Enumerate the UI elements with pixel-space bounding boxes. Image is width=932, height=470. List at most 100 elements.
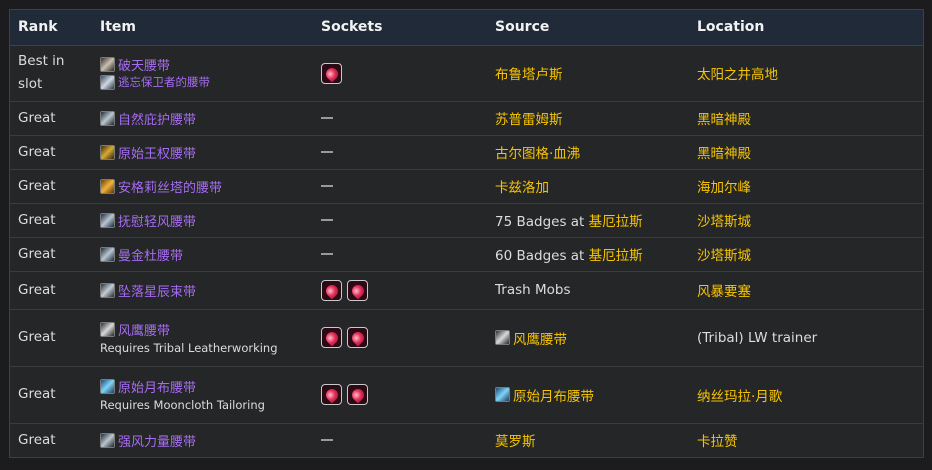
location-cell: 黑暗神殿 [689,135,923,170]
item-cell: 安格莉丝塔的腰带 [92,169,313,204]
belt-icon[interactable] [100,212,115,228]
item-cell: 原始王权腰带 [92,135,313,170]
location-cell: 黑暗神殿 [689,101,923,136]
header-location: Location [689,10,923,46]
table-row: Best in slot 破天腰带 逃忘保卫者的腰带 布鲁塔卢斯 太阳之井高地 [10,45,923,102]
belt-icon[interactable] [100,321,115,337]
location-cell: 风暴要塞 [689,271,923,310]
source-link[interactable]: 卡兹洛加 [495,180,549,196]
sockets-cell [313,366,487,424]
belt-icon[interactable] [100,56,115,72]
rank-cell: Great [10,169,92,204]
sockets-cell [313,309,487,367]
table-row: Great 原始月布腰带 Requires Mooncloth Tailorin… [10,366,923,424]
rank-cell: Best in slot [10,45,92,102]
belt-icon[interactable] [100,246,115,262]
location-link[interactable]: 海加尔峰 [697,180,751,196]
belt-icon[interactable] [100,378,115,394]
source-cell: 原始月布腰带 [487,366,689,424]
source-cell: Trash Mobs [487,271,689,310]
source-cell: 苏普雷姆斯 [487,101,689,136]
no-sockets-dash [321,219,333,221]
source-cell: 风鹰腰带 [487,309,689,367]
red-socket-icon[interactable] [321,327,342,348]
location-link[interactable]: 纳丝玛拉·月歌 [697,389,782,405]
location-link[interactable]: 卡拉赞 [697,434,738,450]
sockets-cell [313,271,487,310]
sockets-cell [313,423,487,457]
sockets-cell [313,135,487,170]
source-link[interactable]: 基厄拉斯 [589,248,643,264]
gear-table: Rank Item Sockets Source Location Best i… [10,10,923,457]
item-link[interactable]: 原始王权腰带 [118,143,196,162]
item-cell: 坠落星辰束带 [92,271,313,310]
source-cell: 莫罗斯 [487,423,689,457]
gear-table-frame: Rank Item Sockets Source Location Best i… [9,9,924,458]
location-link[interactable]: 太阳之井高地 [697,67,778,83]
red-socket-icon[interactable] [347,279,368,301]
source-item-link[interactable]: 原始月布腰带 [513,385,594,405]
item-link[interactable]: 自然庇护腰带 [118,109,196,128]
header-rank: Rank [10,10,92,46]
belt-icon[interactable] [100,282,115,298]
pattern-icon[interactable] [495,330,510,345]
belt-icon[interactable] [100,144,115,160]
item-link[interactable]: 抚慰轻风腰带 [118,211,196,230]
source-item-link[interactable]: 风鹰腰带 [513,328,567,348]
item-link[interactable]: 强风力量腰带 [118,431,196,450]
location-link[interactable]: 黑暗神殿 [697,112,751,128]
item-cell: 抚慰轻风腰带 [92,203,313,238]
item-requirement: Requires Tribal Leatherworking [100,341,278,355]
item-link[interactable]: 破天腰带 [118,55,170,74]
no-sockets-dash [321,117,333,119]
table-header-row: Rank Item Sockets Source Location [10,10,923,46]
table-row: Great 曼金杜腰带 60 Badges at 基厄拉斯 沙塔斯城 [10,237,923,272]
belt-icon[interactable] [100,178,115,194]
source-cell: 布鲁塔卢斯 [487,45,689,102]
red-socket-icon[interactable] [321,384,342,405]
belt-icon[interactable] [100,432,115,448]
item-cell: 自然庇护腰带 [92,101,313,136]
location-link[interactable]: 风暴要塞 [697,284,751,300]
red-socket-icon[interactable] [321,62,342,84]
no-sockets-dash [321,439,333,442]
belt-icon[interactable] [100,110,115,126]
location-link[interactable]: 沙塔斯城 [697,248,751,264]
source-link[interactable]: 莫罗斯 [495,434,536,450]
location-link[interactable]: 黑暗神殿 [697,146,751,162]
item-cell: 原始月布腰带 Requires Mooncloth Tailoring [92,366,313,424]
rank-cell: Great [10,237,92,272]
red-socket-icon[interactable] [347,384,368,405]
source-link[interactable]: 苏普雷姆斯 [495,112,563,128]
source-cell: 古尔图格·血沸 [487,135,689,170]
pattern-icon[interactable] [495,387,510,402]
source-cell: 75 Badges at 基厄拉斯 [487,203,689,238]
location-text: (Tribal) LW trainer [697,329,818,346]
item-link[interactable]: 逃忘保卫者的腰带 [118,74,210,90]
table-row: Great 风鹰腰带 Requires Tribal Leatherworkin… [10,309,923,367]
header-source: Source [487,10,689,46]
location-cell: 海加尔峰 [689,169,923,204]
sockets-cell [313,101,487,136]
item-link[interactable]: 坠落星辰束带 [118,281,196,300]
item-cell: 破天腰带 逃忘保卫者的腰带 [92,45,313,102]
location-cell: 沙塔斯城 [689,203,923,238]
source-link[interactable]: 布鲁塔卢斯 [495,67,563,83]
rank-cell: Great [10,271,92,310]
belt-icon[interactable] [100,74,115,90]
red-socket-icon[interactable] [321,279,342,301]
item-link[interactable]: 安格莉丝塔的腰带 [118,177,222,196]
table-row: Great 自然庇护腰带 苏普雷姆斯 黑暗神殿 [10,101,923,136]
location-link[interactable]: 沙塔斯城 [697,214,751,230]
red-socket-icon[interactable] [347,327,368,348]
source-prefix: 75 Badges at [495,214,589,230]
source-link[interactable]: 基厄拉斯 [589,214,643,230]
item-link[interactable]: 原始月布腰带 [118,377,196,396]
sockets-cell [313,45,487,102]
source-link[interactable]: 古尔图格·血沸 [495,146,580,162]
location-cell: (Tribal) LW trainer [689,309,923,367]
item-link[interactable]: 风鹰腰带 [118,320,170,339]
sockets-cell [313,169,487,204]
item-link[interactable]: 曼金杜腰带 [118,245,183,264]
source-text: Trash Mobs [495,282,571,298]
